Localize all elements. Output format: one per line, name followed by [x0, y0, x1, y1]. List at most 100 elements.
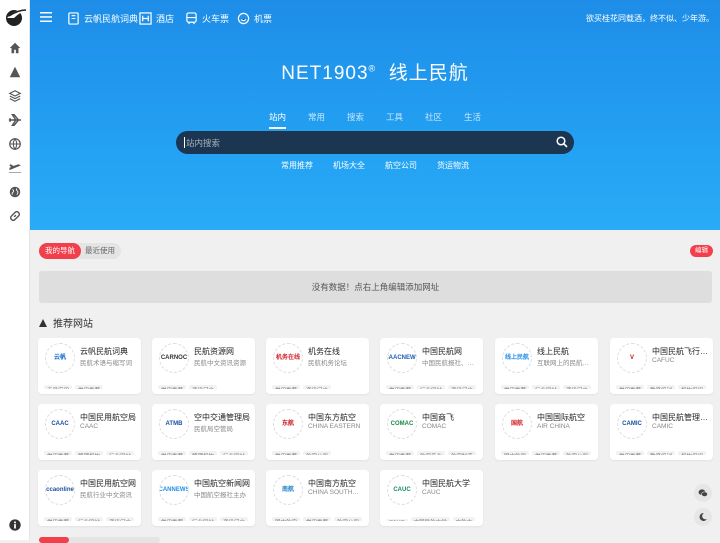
- site-tag[interactable]: 机构组织: [678, 451, 707, 455]
- search-input[interactable]: [186, 131, 546, 154]
- site-card[interactable]: 云帆 云帆民航词典民航术语与缩写词工具应用常用推荐: [38, 338, 141, 394]
- site-card-title: 线上民航: [537, 347, 569, 356]
- site-card[interactable]: ccaonline 中国民用航空网民航行业中文资讯常用推荐行业网站资讯门户: [38, 470, 141, 526]
- site-logo-icon: 线上民航: [502, 343, 532, 373]
- site-tag[interactable]: 航空制造: [448, 451, 477, 455]
- site-tag[interactable]: 中航大: [452, 517, 476, 521]
- top-navbar: 云帆民航词典 酒店 火车票 机票 欲买桂花同载酒，终不似、少年游。: [30, 0, 720, 36]
- site-tag[interactable]: 航空公司: [303, 451, 332, 455]
- site-card[interactable]: ATMB 空中交通管理局民航局空管局常用推荐管理机构行业网站: [152, 404, 255, 460]
- recommend-icon[interactable]: [7, 64, 23, 80]
- site-tag[interactable]: 资讯门户: [106, 517, 135, 521]
- edit-button[interactable]: 编辑: [690, 245, 713, 257]
- site-tag[interactable]: 行业网站: [532, 385, 561, 389]
- nav-ticket[interactable]: 机票: [237, 10, 272, 26]
- site-tag[interactable]: 航空产业: [417, 451, 446, 455]
- search-icon[interactable]: [556, 136, 568, 148]
- site-tag[interactable]: 机构组织: [678, 385, 707, 389]
- nav-train[interactable]: 火车票: [185, 10, 229, 26]
- site-tag[interactable]: 资讯门户: [448, 385, 477, 389]
- site-tag[interactable]: 国内航司: [501, 451, 530, 455]
- site-card[interactable]: 国航 中国国际航空AIR CHINA 国内航司常用推荐航空公司: [495, 404, 598, 460]
- site-card[interactable]: V 中国民航飞行…CAFUC 常用推荐教育培训机构组织: [610, 338, 713, 394]
- site-tag[interactable]: 教育培训: [647, 451, 676, 455]
- site-tag[interactable]: 常用推荐: [501, 385, 530, 389]
- tab-my-nav[interactable]: 我的导航: [39, 243, 81, 259]
- site-tag[interactable]: 航空公司: [563, 451, 592, 455]
- site-tag[interactable]: 常用推荐: [44, 451, 73, 455]
- quick-link-airlines[interactable]: 航空公司: [385, 160, 417, 171]
- site-tag[interactable]: 常用推荐: [616, 451, 645, 455]
- tab-recent[interactable]: 最近使用: [79, 243, 121, 259]
- bottom-tab-active[interactable]: [39, 537, 69, 543]
- site-card[interactable]: CAMIC中国民航管理…CAMIC常用推荐教育培训机构组织: [610, 404, 713, 460]
- wechat-button[interactable]: [694, 484, 712, 502]
- quick-link-cargo[interactable]: 货运物流: [437, 160, 469, 171]
- tab-life[interactable]: 生活: [464, 111, 481, 127]
- tab-common[interactable]: 常用: [308, 111, 325, 127]
- site-tag[interactable]: 中国民航大学: [410, 517, 450, 521]
- site-tag[interactable]: 常用推荐: [75, 385, 104, 389]
- site-card[interactable]: CARNOC 民航资源网民航中文资讯资源常用推荐资讯门户: [152, 338, 255, 394]
- link-icon[interactable]: [7, 208, 23, 224]
- tab-site[interactable]: 站内: [268, 111, 286, 129]
- site-tag[interactable]: 常用推荐: [303, 517, 332, 521]
- site-tag[interactable]: 管理机构: [75, 451, 104, 455]
- menu-icon[interactable]: [40, 12, 52, 22]
- site-tag[interactable]: 常用推荐: [44, 517, 73, 521]
- site-card[interactable]: 东航 中国东方航空CHINA EASTERN 常用推荐航空公司: [266, 404, 369, 460]
- site-tag[interactable]: CAUC: [386, 519, 408, 521]
- site-tag[interactable]: 教育培训: [647, 385, 676, 389]
- site-tag[interactable]: 资讯门户: [563, 385, 592, 389]
- quick-link-common[interactable]: 常用推荐: [281, 160, 313, 171]
- tab-search[interactable]: 搜索: [347, 111, 364, 127]
- nav-dictionary[interactable]: 云帆民航词典: [67, 10, 138, 26]
- takeoff-icon[interactable]: [7, 160, 23, 176]
- site-card[interactable]: CANNEWS 中国航空新闻网中国航空报社主办常用推荐行业网站资讯门户: [152, 470, 255, 526]
- airplane-icon[interactable]: [7, 112, 23, 128]
- site-tag[interactable]: 常用推荐: [158, 517, 187, 521]
- tab-community[interactable]: 社区: [425, 111, 442, 127]
- site-tag[interactable]: 国内航空: [272, 517, 301, 521]
- tab-tools[interactable]: 工具: [386, 111, 403, 127]
- quick-link-airports[interactable]: 机场大全: [333, 160, 365, 171]
- site-logo-icon: 云帆: [45, 343, 75, 373]
- site-card[interactable]: COMAC中国商飞COMAC常用推荐航空产业航空制造: [380, 404, 483, 460]
- site-card[interactable]: CAAC中国民用航空局CAAC常用推荐管理机构行业网站: [38, 404, 141, 460]
- site-card[interactable]: CAACNEWS 中国民航网中国民航报社、… 常用推荐行业网站资讯门户: [380, 338, 483, 394]
- site-tag[interactable]: 资讯门户: [303, 385, 332, 389]
- theme-toggle-button[interactable]: [694, 508, 712, 526]
- site-card-tags: 常用推荐行业网站资讯门户: [158, 511, 253, 521]
- site-tag[interactable]: 行业网站: [75, 517, 104, 521]
- home-icon[interactable]: [7, 40, 23, 56]
- site-tag[interactable]: 行业网站: [220, 451, 249, 455]
- site-tag[interactable]: 航空公司: [334, 517, 363, 521]
- site-tag[interactable]: 常用推荐: [272, 451, 301, 455]
- layers-icon[interactable]: [7, 88, 23, 104]
- site-tag[interactable]: 常用推荐: [386, 451, 415, 455]
- site-tag[interactable]: 行业网站: [417, 385, 446, 389]
- wechat-icon: [698, 489, 708, 497]
- nav-hotel[interactable]: 酒店: [139, 10, 174, 26]
- site-tag[interactable]: 行业网站: [189, 517, 218, 521]
- site-tag[interactable]: 常用推荐: [272, 385, 301, 389]
- site-tag[interactable]: 常用推荐: [616, 385, 645, 389]
- site-card[interactable]: 机务在线机务在线民航机务论坛常用推荐资讯门户: [266, 338, 369, 394]
- globe-icon[interactable]: [7, 136, 23, 152]
- site-tag[interactable]: 资讯门户: [220, 517, 249, 521]
- site-logo[interactable]: [3, 6, 27, 28]
- site-tag[interactable]: 常用推荐: [532, 451, 561, 455]
- world-icon[interactable]: [7, 184, 23, 200]
- site-tag[interactable]: 常用推荐: [386, 385, 415, 389]
- site-tag[interactable]: 行业网站: [106, 451, 135, 455]
- site-tag[interactable]: 资讯门户: [189, 385, 218, 389]
- site-card[interactable]: 南航 中国南方航空CHINA SOUTH… 国内航空常用推荐航空公司: [266, 470, 369, 526]
- site-tag[interactable]: 常用推荐: [158, 385, 187, 389]
- site-tag[interactable]: 管理机构: [189, 451, 218, 455]
- site-tag[interactable]: 工具应用: [44, 385, 73, 389]
- site-logo-text: CAMIC: [622, 420, 642, 427]
- site-tag[interactable]: 常用推荐: [158, 451, 187, 455]
- site-card[interactable]: CAUC中国民航大学CAUCCAUC中国民航大学中航大: [380, 470, 483, 526]
- site-card[interactable]: 线上民航线上民航互联网上的民航…常用推荐行业网站资讯门户: [495, 338, 598, 394]
- info-icon[interactable]: [7, 517, 23, 533]
